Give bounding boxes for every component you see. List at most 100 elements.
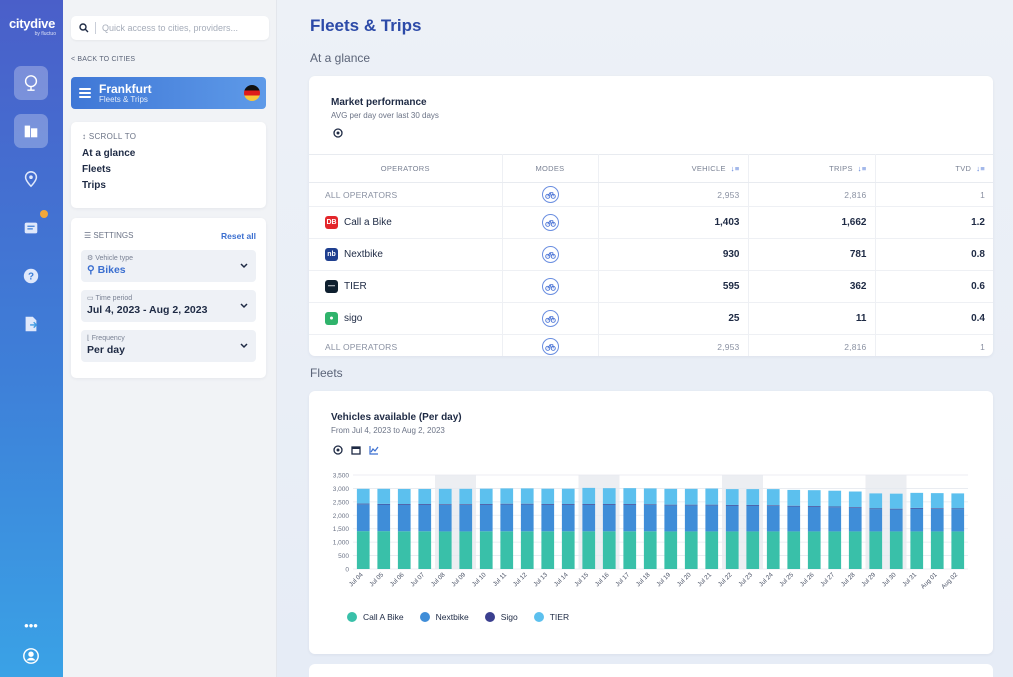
bar-segment[interactable] (705, 504, 719, 506)
bar-segment[interactable] (418, 531, 432, 569)
bar-segment[interactable] (500, 503, 514, 505)
bar-segment[interactable] (479, 531, 493, 569)
bar-segment[interactable] (828, 507, 842, 532)
sort-icon[interactable]: ↓≡ (731, 164, 740, 173)
bar-segment[interactable] (623, 504, 637, 532)
bar-segment[interactable] (664, 531, 678, 569)
city-selector[interactable]: Frankfurt Fleets & Trips (71, 77, 266, 109)
bar-segment[interactable] (377, 504, 391, 532)
bar-segment[interactable] (848, 507, 862, 532)
bar-segment[interactable] (500, 504, 514, 532)
bar-segment[interactable] (356, 503, 370, 505)
frequency-select[interactable]: ⌊ Frequency Per day (81, 330, 256, 362)
bar-segment[interactable] (930, 531, 944, 569)
city-icon[interactable] (14, 114, 48, 148)
bar-segment[interactable] (459, 531, 473, 569)
bar-segment[interactable] (479, 504, 493, 532)
bar-segment[interactable] (848, 531, 862, 569)
bar-segment[interactable] (664, 505, 678, 532)
bar-segment[interactable] (910, 508, 924, 532)
bar-segment[interactable] (561, 531, 575, 569)
bar-segment[interactable] (684, 488, 698, 505)
bar-segment[interactable] (643, 531, 657, 569)
help-icon[interactable]: ? (14, 259, 48, 293)
bar-segment[interactable] (766, 505, 780, 506)
bar-segment[interactable] (889, 508, 903, 510)
bar-segment[interactable] (930, 508, 944, 532)
bar-segment[interactable] (500, 531, 514, 569)
location-icon[interactable] (14, 162, 48, 196)
legend-item[interactable]: Sigo (484, 612, 518, 622)
bar-segment[interactable] (869, 508, 883, 510)
bar-segment[interactable] (561, 504, 575, 532)
bar-segment[interactable] (602, 504, 616, 505)
bar-segment[interactable] (664, 488, 678, 505)
info-icon[interactable] (333, 128, 343, 138)
col-vehicle[interactable]: VEHICLE ↓≡ (598, 154, 749, 183)
bar-segment[interactable] (643, 488, 657, 505)
bar-segment[interactable] (807, 506, 821, 507)
bar-segment[interactable] (541, 488, 555, 505)
bar-segment[interactable] (766, 489, 780, 506)
table-row[interactable]: — TIER 595 362 0.6 (309, 270, 993, 303)
legend-item[interactable]: Call A Bike (347, 612, 404, 622)
app-logo[interactable]: citydive by fluctuo (6, 16, 58, 37)
bar-segment[interactable] (869, 531, 883, 569)
legend-item[interactable]: Nextbike (419, 612, 469, 622)
search-input[interactable]: Quick access to cities, providers... (71, 16, 269, 40)
bar-segment[interactable] (397, 488, 411, 505)
bar-segment[interactable] (828, 506, 842, 508)
bar-segment[interactable] (746, 531, 760, 569)
bar-segment[interactable] (520, 531, 534, 569)
bar-segment[interactable] (725, 505, 739, 532)
bar-segment[interactable] (951, 508, 965, 510)
bar-segment[interactable] (397, 504, 411, 532)
bar-segment[interactable] (582, 487, 596, 505)
bar-segment[interactable] (500, 488, 514, 504)
bar-segment[interactable] (520, 504, 534, 532)
bar-segment[interactable] (869, 509, 883, 532)
table-row[interactable]: nb Nextbike 930 781 0.8 (309, 238, 993, 271)
bar-segment[interactable] (684, 505, 698, 532)
bar-segment[interactable] (356, 488, 370, 504)
bar-segment[interactable] (397, 504, 411, 505)
bar-segment[interactable] (848, 491, 862, 508)
bar-segment[interactable] (684, 504, 698, 506)
bar-segment[interactable] (418, 504, 432, 532)
bar-segment[interactable] (930, 508, 944, 509)
bar-segment[interactable] (438, 488, 452, 505)
bar-segment[interactable] (438, 531, 452, 569)
bar-segment[interactable] (766, 531, 780, 569)
table-row[interactable]: ALL OPERATORS 2,953 2,816 1 (309, 182, 993, 207)
bar-segment[interactable] (520, 503, 534, 505)
col-tvd[interactable]: TVD ↓≡ (875, 154, 993, 183)
bar-segment[interactable] (602, 504, 616, 532)
globe-icon[interactable] (14, 66, 48, 100)
bar-segment[interactable] (725, 489, 739, 505)
bar-segment[interactable] (643, 504, 657, 532)
back-to-cities-link[interactable]: < BACK TO CITIES (71, 56, 135, 63)
bar-segment[interactable] (459, 504, 473, 532)
bar-segment[interactable] (377, 531, 391, 569)
more-icon[interactable]: ••• (14, 608, 48, 642)
bar-segment[interactable] (848, 507, 862, 508)
bar-segment[interactable] (459, 504, 473, 505)
bar-segment[interactable] (889, 531, 903, 569)
sort-icon[interactable]: ↓≡ (976, 164, 985, 173)
bar-segment[interactable] (623, 488, 637, 505)
user-icon[interactable] (14, 639, 48, 673)
sort-icon[interactable]: ↓≡ (858, 164, 867, 173)
bar-segment[interactable] (787, 489, 801, 506)
bar-segment[interactable] (602, 531, 616, 569)
info-icon[interactable] (333, 445, 343, 455)
bar-segment[interactable] (479, 488, 493, 505)
bar-segment[interactable] (520, 488, 534, 504)
bar-segment[interactable] (684, 531, 698, 569)
bar-segment[interactable] (602, 488, 616, 505)
vehicle-type-select[interactable]: ⚙ Vehicle type ⚲ Bikes (81, 250, 256, 282)
bar-segment[interactable] (705, 531, 719, 569)
bar-segment[interactable] (910, 531, 924, 569)
bar-segment[interactable] (397, 531, 411, 569)
bar-segment[interactable] (623, 504, 637, 505)
bar-segment[interactable] (746, 489, 760, 505)
